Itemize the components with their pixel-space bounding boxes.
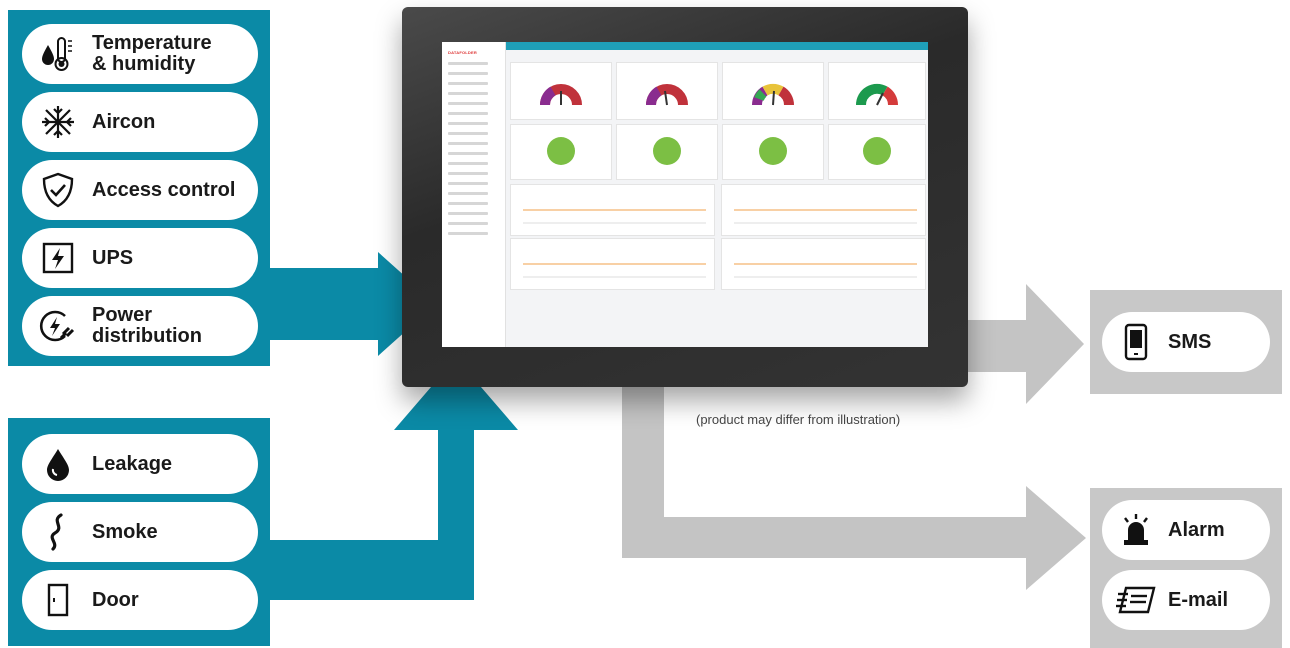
input-access-control: Access control	[22, 160, 258, 220]
input-label: Aircon	[92, 110, 156, 133]
input-leakage: Leakage	[22, 434, 258, 494]
dashboard-sidebar: DATAFOLDER	[442, 42, 506, 347]
gauge-card	[616, 62, 718, 120]
input-label: Leakage	[92, 452, 173, 475]
door-icon	[38, 580, 78, 620]
line-chart-card	[721, 238, 926, 290]
output-label: Alarm	[1168, 518, 1225, 541]
water-drop-icon	[38, 444, 78, 484]
dashboard-logo: DATAFOLDER	[448, 50, 477, 55]
input-power-distribution: Power distribution	[22, 296, 258, 356]
input-label: Temperature & humidity	[92, 32, 212, 75]
output-email: E-mail	[1102, 570, 1270, 630]
line-chart-card	[510, 238, 715, 290]
power-plug-icon	[38, 306, 78, 346]
input-ups: UPS	[22, 228, 258, 288]
lightning-box-icon	[38, 238, 78, 278]
input-label: Door	[92, 588, 139, 611]
status-card	[828, 124, 926, 180]
status-card	[722, 124, 824, 180]
input-temperature-humidity: Temperature & humidity	[22, 24, 258, 84]
output-sms: SMS	[1102, 312, 1270, 372]
line-chart-card	[510, 184, 715, 236]
input-smoke: Smoke	[22, 502, 258, 562]
input-label: Power distribution	[92, 304, 202, 347]
tablet-device: DATAFOLDER	[402, 7, 968, 387]
output-label: E-mail	[1168, 588, 1229, 611]
arrow-bottom-to-tablet	[268, 358, 518, 600]
input-label: UPS	[92, 246, 134, 269]
dashboard-screen: DATAFOLDER	[442, 42, 928, 347]
snowflake-icon	[38, 102, 78, 142]
status-card	[616, 124, 718, 180]
input-aircon: Aircon	[22, 92, 258, 152]
dashboard-topbar	[505, 42, 928, 50]
thermometer-drop-icon	[38, 34, 78, 74]
email-icon	[1116, 580, 1156, 620]
gauge-card	[722, 62, 824, 120]
phone-icon	[1116, 322, 1156, 362]
input-label: Access control	[92, 178, 236, 201]
input-door: Door	[22, 570, 258, 630]
alarm-beacon-icon	[1116, 510, 1156, 550]
line-chart-card	[721, 184, 926, 236]
illustration-caption: (product may differ from illustration)	[696, 412, 901, 427]
input-label: Smoke	[92, 520, 158, 543]
gauge-card	[510, 62, 612, 120]
smoke-icon	[38, 512, 78, 552]
shield-check-icon	[38, 170, 78, 210]
status-card	[510, 124, 612, 180]
gauge-card	[828, 62, 926, 120]
output-alarm: Alarm	[1102, 500, 1270, 560]
output-label: SMS	[1168, 330, 1212, 353]
